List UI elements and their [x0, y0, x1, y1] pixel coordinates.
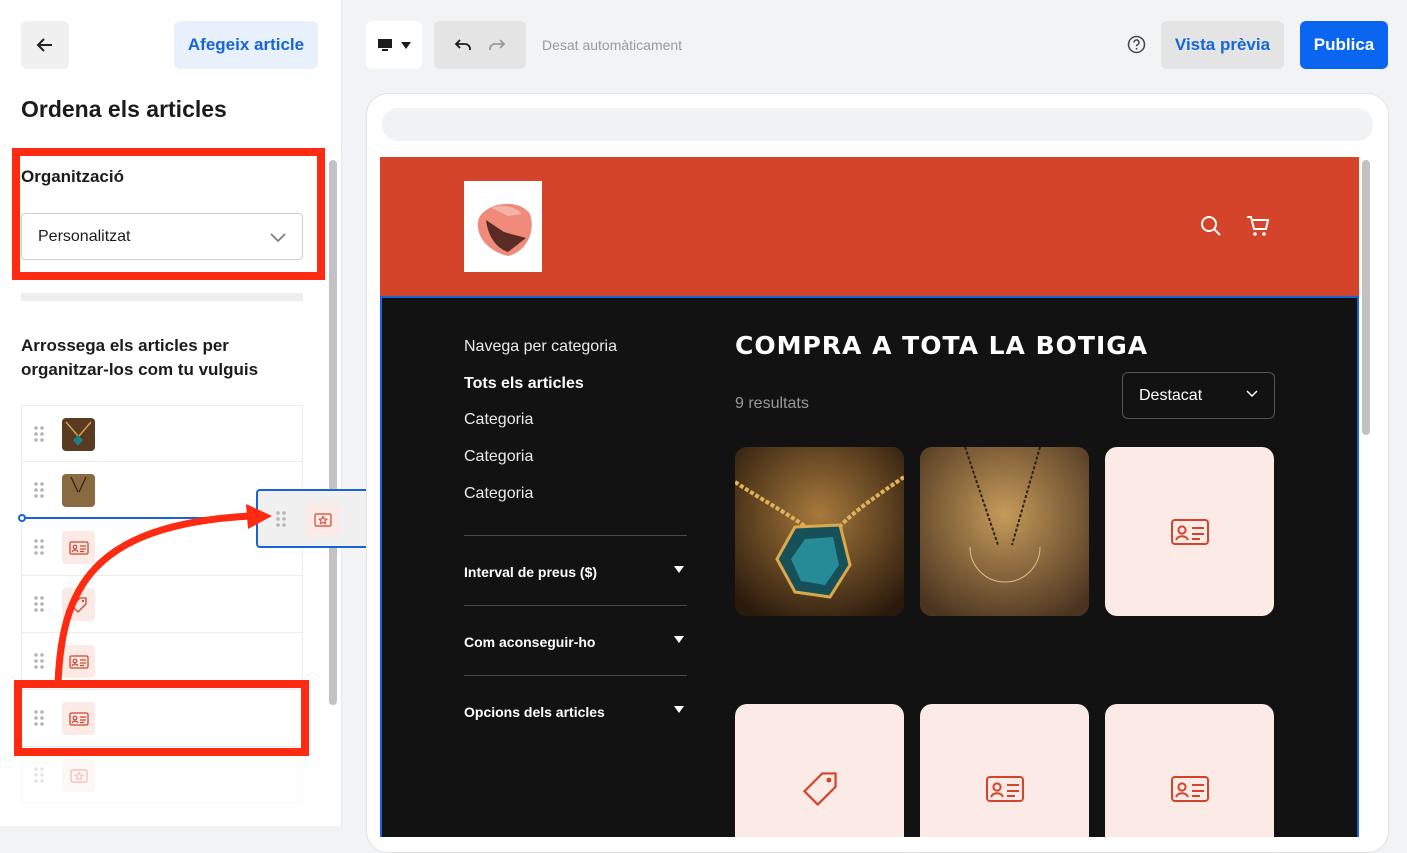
device-switcher[interactable]	[366, 21, 422, 69]
filter-item-options[interactable]: Opcions dels articles	[464, 675, 687, 745]
store-header	[380, 157, 1359, 296]
crescent-pendant-image	[920, 447, 1089, 616]
product-card[interactable]	[920, 704, 1089, 837]
category-nav-title: Navega per categoria	[464, 338, 617, 355]
product-card[interactable]	[920, 447, 1089, 616]
undo-icon[interactable]	[454, 38, 472, 52]
nav-item-category[interactable]: Categoria	[464, 485, 533, 503]
browser-url-bar	[382, 108, 1373, 141]
filter-label: Interval de preus ($)	[464, 564, 598, 580]
teal-pendant-image	[735, 447, 904, 616]
nav-item-all[interactable]: Tots els articles	[464, 375, 584, 393]
sort-value: Destacat	[1139, 386, 1203, 404]
product-card[interactable]	[735, 704, 904, 837]
redo-icon[interactable]	[488, 38, 506, 52]
filter-price-range[interactable]: Interval de preus ($)	[464, 535, 687, 605]
caret-down-icon	[674, 636, 684, 643]
nav-item-category[interactable]: Categoria	[464, 411, 533, 429]
product-card[interactable]	[1105, 704, 1274, 837]
desktop-icon	[378, 39, 392, 51]
chevron-down-icon	[1246, 390, 1258, 398]
publish-button[interactable]: Publica	[1300, 21, 1388, 69]
caret-down-icon	[674, 706, 684, 713]
nav-item-category[interactable]: Categoria	[464, 448, 533, 466]
search-icon[interactable]	[1200, 215, 1222, 237]
product-card[interactable]	[735, 447, 904, 616]
product-card[interactable]	[1105, 447, 1274, 616]
filter-label: Com aconseguir-ho	[464, 634, 596, 650]
id-card-icon	[985, 775, 1024, 802]
caret-down-icon	[674, 566, 684, 573]
tag-icon	[802, 771, 837, 806]
caret-down-icon	[401, 41, 411, 49]
store-logo[interactable]	[464, 181, 542, 272]
help-icon[interactable]	[1127, 35, 1146, 54]
undo-redo-group	[434, 21, 526, 69]
cart-icon[interactable]	[1246, 215, 1270, 237]
store-catalog-section[interactable]: Navega per categoria Tots els articles C…	[380, 296, 1359, 837]
shop-heading: COMPRA A TOTA LA BOTIGA	[735, 331, 1149, 360]
id-card-icon	[1170, 518, 1209, 545]
id-card-icon	[1170, 775, 1209, 802]
preview-button[interactable]: Vista prèvia	[1161, 21, 1284, 69]
results-count: 9 resultats	[735, 395, 809, 412]
store-preview: Navega per categoria Tots els articles C…	[380, 157, 1359, 837]
autosave-status: Desat automàticament	[542, 37, 683, 53]
preview-scrollbar[interactable]	[1362, 160, 1370, 435]
filter-label: Opcions dels articles	[464, 704, 605, 720]
sort-select[interactable]: Destacat	[1122, 372, 1275, 419]
annotation-arrow	[54, 504, 272, 684]
filter-fulfillment[interactable]: Com aconseguir-ho	[464, 605, 687, 675]
